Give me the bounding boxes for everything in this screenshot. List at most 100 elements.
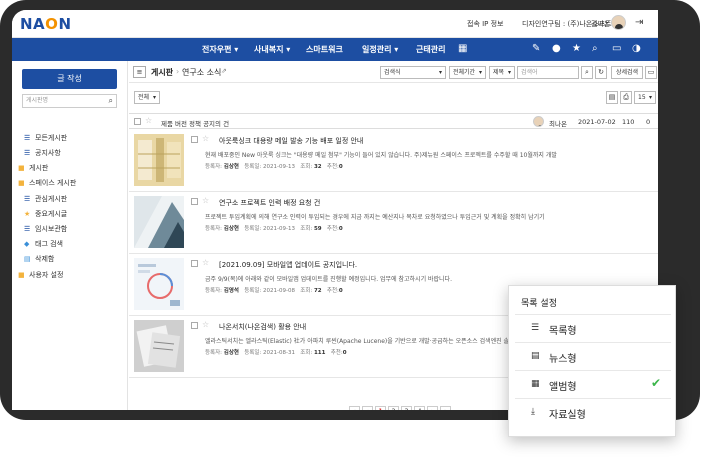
write-button[interactable]: 글 작성	[22, 69, 117, 89]
avatar	[533, 116, 544, 127]
star-icon[interactable]: ☆	[202, 320, 209, 329]
post-excerpt: 현재 배포중인 New 아웃룩 싱크는 "대용량 메일 첨부" 기능이 들어 있…	[205, 152, 557, 159]
star-icon[interactable]: ☆	[202, 134, 209, 143]
sidebar-item-important[interactable]: ★ 중요게시글	[24, 209, 67, 219]
post-title[interactable]: 나온서치(나온검색) 활용 안내	[219, 322, 306, 332]
search-icon[interactable]: ⌕	[592, 43, 598, 54]
nav-mail[interactable]: 전자우편 ▾	[202, 44, 238, 55]
star-icon[interactable]: ☆	[202, 196, 209, 205]
sidebar-item-trash[interactable]: ▤ 삭제함	[24, 254, 54, 264]
ip-info-link[interactable]: 접속 IP 정보	[467, 19, 504, 29]
page-1-button[interactable]: 1	[375, 406, 386, 410]
star-icon[interactable]: ☆	[145, 116, 152, 125]
board-toolbar: ≡ 게시판 › 연구소 소식 ⇗ 검색식 ▾ 전체기간 ▾ 제목 ▾ 검색어 ⌕ ↻ …	[129, 61, 658, 83]
post-title[interactable]: [2021.09.09] 모바일앱 업데이트 공지입니다.	[219, 260, 357, 270]
row-checkbox[interactable]	[191, 198, 198, 205]
first-page-button[interactable]: «	[349, 406, 360, 410]
post-excerpt: 금주 9/9(목)에 아래와 같이 모바일앱 업데이트를 진행할 예정입니다. …	[205, 276, 452, 283]
checkmark-icon: ✔	[650, 376, 661, 390]
theme-icon[interactable]: ◑	[632, 43, 641, 54]
sidebar-item-notice[interactable]: ☰ 공지사항	[24, 148, 61, 158]
breadcrumb-separator: ›	[176, 67, 180, 76]
row-checkbox[interactable]	[134, 118, 141, 125]
search-icon[interactable]: ⌕	[109, 95, 113, 107]
post-meta: 등록자: 김상현 등록일: 2021-08-31 조회: 111 추천:0	[205, 350, 347, 356]
list-view-icon: ☰	[531, 323, 540, 333]
page-2-button[interactable]: 2	[388, 406, 399, 410]
search-button[interactable]: ⌕	[581, 66, 593, 79]
row-checkbox[interactable]	[191, 136, 198, 143]
folder-icon: ■	[18, 179, 25, 187]
view-option-list[interactable]: ☰ 목록형	[515, 314, 671, 342]
sidebar-item-tag-search[interactable]: ◆ 태그 검색	[24, 239, 63, 249]
post-title[interactable]: 연구소 프로젝트 인력 배정 요청 건	[219, 198, 320, 208]
last-page-button[interactable]: »	[440, 406, 451, 410]
display-button[interactable]: ▭	[645, 66, 657, 79]
refresh-button[interactable]: ↻	[595, 66, 607, 79]
notice-author: 최나온	[549, 120, 567, 128]
view-option-album[interactable]: ▦ 앨범형 ✔	[515, 370, 671, 398]
export-button[interactable]: ▤	[606, 91, 618, 104]
post-thumbnail[interactable]	[134, 196, 184, 248]
post-thumbnail[interactable]	[134, 134, 184, 186]
sidebar-item-user-settings[interactable]: ■ 사용자 설정	[18, 270, 63, 280]
page-4-button[interactable]: 4	[414, 406, 425, 410]
nav-smartwork[interactable]: 스마트워크	[306, 44, 343, 55]
sidebar-item-all-boards[interactable]: ☰ 모든게시판	[24, 133, 67, 143]
search-type-select[interactable]: 검색식 ▾	[380, 66, 446, 79]
page-size-select[interactable]: 15 ▾	[634, 91, 656, 104]
list-item[interactable]: ☆ 아웃룩싱크 대용량 메일 발송 기능 배포 일정 안내 현재 배포중인 Ne…	[129, 130, 658, 192]
search-input[interactable]: 검색어	[517, 66, 579, 79]
list-item[interactable]: ☆ 연구소 프로젝트 인력 배정 요청 건 프로젝트 투입계획에 의해 연구소 …	[129, 192, 658, 254]
board-search-input[interactable]: 게시판명 ⌕	[22, 94, 117, 108]
nav-attendance[interactable]: 근태관리	[416, 44, 445, 55]
main-nav: 전자우편 ▾ 사내복지 ▾ 스마트워크 일정관리 ▾ 근태관리 ▦ ✎ ● ★ …	[12, 38, 658, 61]
nav-schedule[interactable]: 일정관리 ▾	[362, 44, 398, 55]
sidebar-item-drafts[interactable]: ☰ 임시보관함	[24, 224, 67, 234]
detail-search-button[interactable]: 상세검색	[611, 66, 643, 79]
post-meta: 등록자: 김상현 등록일: 2021-09-13 조회: 59 추천:0	[205, 226, 343, 232]
notice-recommend: 0	[646, 118, 651, 126]
sidebar-item-space-board[interactable]: ■ 스페이스 게시판	[18, 178, 76, 188]
apps-icon[interactable]: ▦	[458, 43, 467, 54]
list-icon: ☰	[24, 225, 31, 233]
row-checkbox[interactable]	[191, 260, 198, 267]
view-filter-select[interactable]: 전체 ▾	[134, 91, 160, 104]
post-thumbnail[interactable]	[134, 320, 184, 372]
star-icon[interactable]: ★	[572, 43, 581, 54]
chat-icon[interactable]: ●	[552, 43, 561, 54]
chevron-down-icon: ▾	[478, 69, 482, 76]
print-button[interactable]: ⎙	[620, 91, 632, 104]
view-option-news[interactable]: ▤ 뉴스형	[515, 342, 671, 370]
menu-toggle-button[interactable]: ≡	[133, 66, 146, 78]
post-excerpt: 프로젝트 투입계획에 의해 연구소 인력이 투입되는 경우에 지금 까지는 예산…	[205, 214, 545, 221]
row-checkbox[interactable]	[191, 322, 198, 329]
sidebar-item-board[interactable]: ■ 게시판	[18, 163, 48, 173]
post-thumbnail[interactable]	[134, 258, 184, 310]
logo[interactable]: NAON	[20, 15, 72, 33]
page-3-button[interactable]: 3	[401, 406, 412, 410]
star-icon: ★	[24, 210, 31, 218]
sidebar-item-favorite[interactable]: ☰ 관심게시판	[24, 194, 67, 204]
edit-icon[interactable]: ✎	[532, 43, 540, 54]
notice-row[interactable]: ☆ 제품 버전 정책 공지의 건 최나온 2021-07-02 110 0	[129, 113, 658, 129]
chevron-down-icon: ▾	[648, 94, 652, 101]
post-title[interactable]: 아웃룩싱크 대용량 메일 발송 기능 배포 일정 안내	[219, 136, 363, 146]
avatar[interactable]	[611, 15, 626, 30]
user-name[interactable]: 김나온	[591, 19, 610, 29]
notice-title[interactable]: 제품 버전 정책 공지의 건	[161, 118, 229, 128]
star-icon[interactable]: ☆	[202, 258, 209, 267]
breadcrumb-board[interactable]: 게시판	[151, 67, 173, 78]
next-page-button[interactable]: ›	[427, 406, 438, 410]
chevron-down-icon: ▾	[152, 94, 156, 101]
sidebar: 글 작성 게시판명 ⌕ ☰ 모든게시판 ☰ 공지사항 ■ 게시판 ■ 스페이스 게시판 ☰…	[12, 61, 128, 410]
field-select[interactable]: 제목 ▾	[489, 66, 515, 79]
monitor-icon[interactable]: ▭	[612, 43, 621, 54]
tag-icon: ◆	[24, 240, 30, 248]
prev-page-button[interactable]: ‹	[362, 406, 373, 410]
period-select[interactable]: 전체기간 ▾	[449, 66, 486, 79]
view-option-archive[interactable]: ⤓ 자료실형	[515, 398, 671, 426]
share-icon[interactable]: ⇗	[221, 67, 227, 75]
nav-welfare[interactable]: 사내복지 ▾	[254, 44, 290, 55]
logout-icon[interactable]: ⇥	[635, 17, 643, 28]
